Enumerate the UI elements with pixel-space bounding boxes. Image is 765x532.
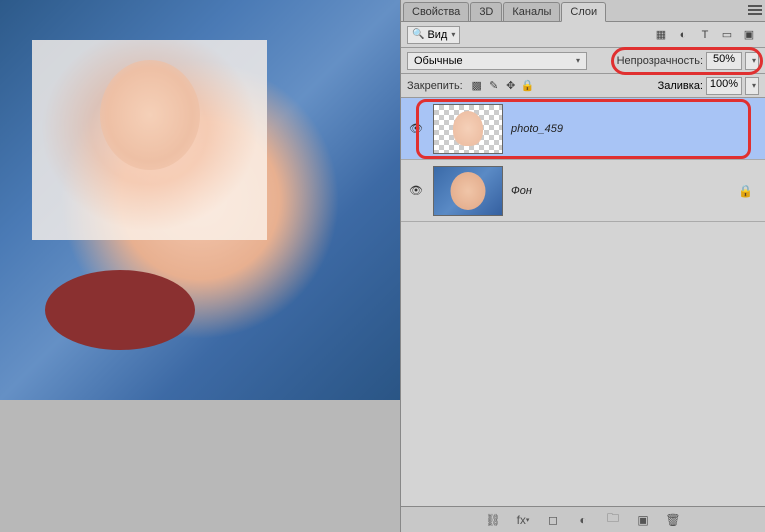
layer-name[interactable]: photo_459 (511, 123, 563, 135)
canvas-overlay-layer (32, 40, 267, 240)
layer-thumbnail[interactable] (433, 166, 503, 216)
chevron-down-icon: ▾ (752, 56, 756, 65)
opacity-dropdown[interactable]: ▾ (745, 52, 759, 70)
filter-row: 🔍 Вид ▾ ▦ ◐ T ▭ ▣ (401, 22, 765, 48)
eye-icon: 👁 (409, 122, 423, 135)
delete-layer-icon[interactable]: 🗑 (663, 511, 683, 529)
opacity-input[interactable]: 50% (706, 52, 742, 70)
tab-3d[interactable]: 3D (470, 2, 502, 21)
layers-list: 👁 photo_459 👁 Фон 🔒 (401, 98, 765, 506)
fill-label: Заливка: (658, 80, 703, 92)
opacity-label: Непрозрачность: (617, 55, 703, 67)
tab-properties[interactable]: Свойства (403, 2, 469, 21)
eye-icon: 👁 (409, 184, 423, 197)
fill-dropdown[interactable]: ▾ (745, 77, 759, 95)
chevron-down-icon: ▾ (752, 81, 756, 90)
layer-row[interactable]: 👁 Фон 🔒 (401, 160, 765, 222)
add-mask-icon[interactable]: ◻ (543, 511, 563, 529)
lock-row: Закрепить: ▩ ✎ ✥ 🔒 Заливка: 100% ▾ (401, 74, 765, 98)
chevron-down-icon: ▾ (451, 30, 455, 39)
lock-label: Закрепить: (407, 80, 463, 92)
layer-name[interactable]: Фон (511, 185, 532, 197)
search-icon: 🔍 (412, 29, 424, 40)
blend-mode-select[interactable]: Обычные ▾ (407, 52, 587, 70)
tab-channels[interactable]: Каналы (503, 2, 560, 21)
layers-bottom-bar: ⛓ fx▾ ◻ ◐ 🗀 ▣ 🗑 (401, 506, 765, 532)
blend-mode-label: Обычные (414, 55, 463, 67)
lock-pixels-icon[interactable]: ✎ (486, 78, 502, 94)
fill-input[interactable]: 100% (706, 77, 742, 95)
filter-shape-icon[interactable]: ▭ (717, 26, 737, 44)
panel-menu-button[interactable] (748, 3, 762, 20)
lock-transparency-icon[interactable]: ▩ (469, 78, 485, 94)
hamburger-icon (748, 3, 762, 17)
lock-all-icon[interactable]: 🔒 (520, 78, 536, 94)
layer-thumbnail[interactable] (433, 104, 503, 154)
filter-type-icon[interactable]: T (695, 26, 715, 44)
new-layer-icon[interactable]: ▣ (633, 511, 653, 529)
chevron-down-icon: ▾ (576, 56, 580, 65)
layers-panel: Свойства 3D Каналы Слои 🔍 Вид ▾ ▦ ◐ T ▭ … (400, 0, 765, 532)
tab-layers[interactable]: Слои (561, 2, 606, 22)
layer-fx-icon[interactable]: fx▾ (513, 511, 533, 529)
filter-kind-label: Вид (427, 29, 447, 41)
canvas-area[interactable] (0, 0, 400, 532)
panel-tabs: Свойства 3D Каналы Слои (401, 0, 765, 22)
filter-adjustment-icon[interactable]: ◐ (673, 26, 693, 44)
new-group-icon[interactable]: 🗀 (603, 511, 623, 529)
filter-kind-select[interactable]: 🔍 Вид ▾ (407, 26, 460, 44)
adjustment-layer-icon[interactable]: ◐ (573, 511, 593, 529)
filter-smart-icon[interactable]: ▣ (739, 26, 759, 44)
layer-row[interactable]: 👁 photo_459 (401, 98, 765, 160)
link-layers-icon[interactable]: ⛓ (483, 511, 503, 529)
blend-row: Обычные ▾ Непрозрачность: 50% ▾ (401, 48, 765, 74)
lock-position-icon[interactable]: ✥ (503, 78, 519, 94)
visibility-toggle[interactable]: 👁 (407, 120, 425, 138)
lock-icon: 🔒 (738, 184, 753, 198)
visibility-toggle[interactable]: 👁 (407, 182, 425, 200)
canvas-background-layer (0, 0, 400, 400)
filter-pixel-icon[interactable]: ▦ (651, 26, 671, 44)
